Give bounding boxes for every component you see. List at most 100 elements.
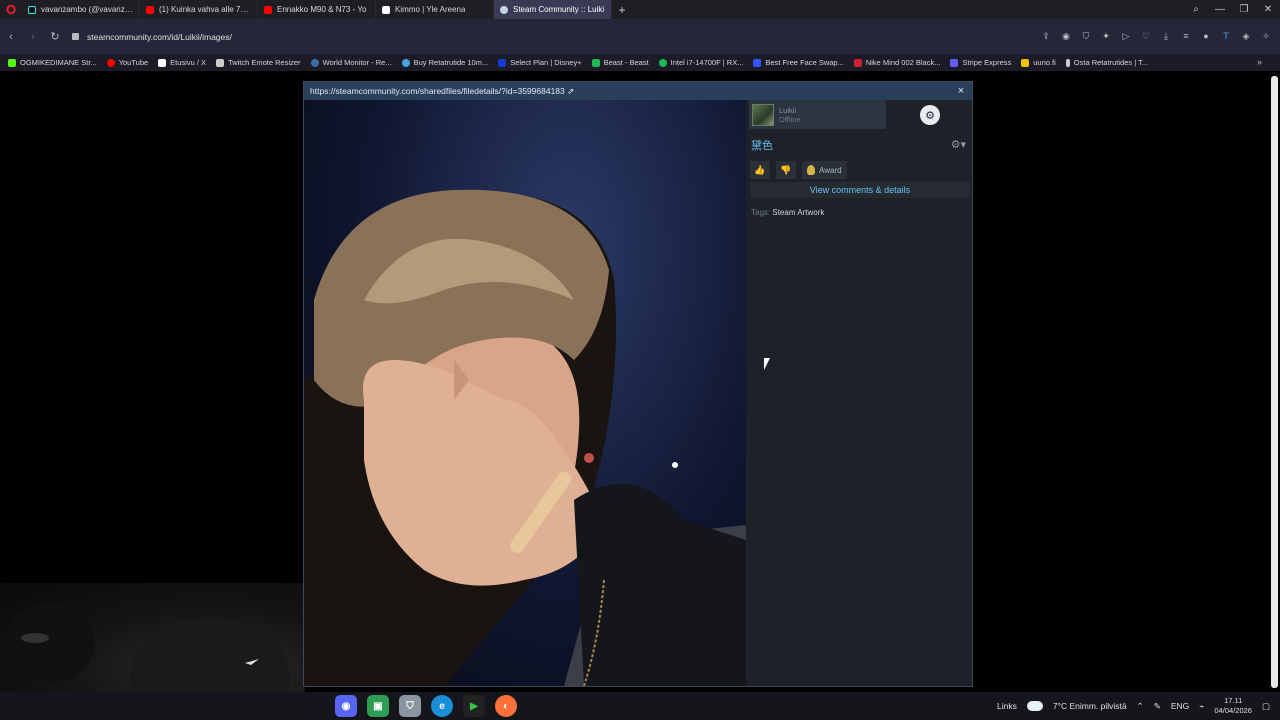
profile-icon[interactable]: ● <box>1198 27 1214 45</box>
tags-row: Tags: Steam Artwork <box>751 208 824 217</box>
bookmark-item[interactable]: OGMIKEDIMANE Str... <box>8 58 97 67</box>
screenshot-modal: https://steamcommunity.com/sharedfiles/f… <box>303 81 973 687</box>
android-app-icon[interactable]: ▣ <box>367 695 389 717</box>
disney-icon <box>498 58 507 67</box>
weather-cloud-icon <box>1026 701 1043 711</box>
language-indicator[interactable]: ENG <box>1171 701 1189 711</box>
tab-bar: O vavanzambo (@vavanzam (1) Kuinka vahva… <box>0 0 1280 19</box>
shared-file-link[interactable]: https://steamcommunity.com/sharedfiles/f… <box>310 86 574 96</box>
modal-close-button[interactable]: × <box>954 82 968 100</box>
maximize-button[interactable]: ❐ <box>1232 0 1256 19</box>
view-comments-link[interactable]: View comments & details <box>750 182 970 198</box>
bookmark-item[interactable]: Intel i7-14700F | RX... <box>658 58 743 67</box>
notification-icon[interactable]: ▢ <box>1262 701 1270 712</box>
opera-logo-icon[interactable]: O <box>0 0 22 19</box>
mouse-cursor-icon <box>764 358 770 370</box>
shield-app-icon[interactable]: ⛉ <box>399 695 421 717</box>
play-icon[interactable]: ▷ <box>1118 27 1134 45</box>
forward-button[interactable]: › <box>22 31 44 43</box>
tiktok-icon <box>28 5 36 14</box>
faceswap-icon <box>753 58 762 67</box>
browser-tab[interactable]: Kimmo | Yle Areena <box>376 0 494 19</box>
award-medal-icon <box>807 165 815 175</box>
browser-tab-active[interactable]: Steam Community :: Luiki <box>494 0 612 19</box>
share-icon[interactable]: ⇪ <box>1038 27 1054 45</box>
links-toolbar[interactable]: Links <box>997 701 1017 711</box>
bookmark-item[interactable]: uuno.fi <box>1021 58 1056 67</box>
discord-icon[interactable]: ◉ <box>335 695 357 717</box>
extension-icon[interactable]: ✦ <box>1098 27 1114 45</box>
avatar[interactable] <box>752 103 774 126</box>
steam-icon <box>500 5 508 14</box>
webcam-overlay <box>0 583 305 720</box>
page-icon <box>216 58 225 67</box>
beast-icon <box>591 58 600 67</box>
firefox-icon[interactable]: ◐ <box>495 695 517 717</box>
bookmark-item[interactable]: Osta Retatrutides | T... <box>1065 58 1148 67</box>
browser-tab[interactable]: (1) Kuinka vahva alle 73 k <box>140 0 258 19</box>
camera-icon[interactable]: ◉ <box>1058 27 1074 45</box>
play-app-icon[interactable]: ▶ <box>463 695 485 717</box>
artwork-title: 黛色 <box>751 140 773 152</box>
heart-icon[interactable]: ♡ <box>1138 27 1154 45</box>
translate-icon[interactable]: T <box>1218 27 1234 45</box>
yle-areena-icon <box>382 5 390 14</box>
bookmark-item[interactable]: Beast - Beast <box>591 58 649 67</box>
thumbs-down-icon[interactable]: 👎 <box>776 161 796 179</box>
bookmark-item[interactable]: Etusivu / X <box>158 58 206 67</box>
steam-logo-icon[interactable]: ⚙ <box>920 105 940 125</box>
weather-text[interactable]: 7°C Enimm. pilvistä <box>1053 701 1127 711</box>
bookmark-item[interactable]: World Monitor - Re... <box>310 58 392 67</box>
bookmarks-overflow-icon[interactable]: » <box>1257 54 1262 71</box>
bookmark-item[interactable]: Stripe Express <box>950 58 1011 67</box>
shield-icon[interactable]: ⛉ <box>1078 27 1094 45</box>
bookmark-item[interactable]: Select Plan | Disney+ <box>498 58 582 67</box>
stripe-icon <box>950 58 959 67</box>
download-icon[interactable]: ⤓ <box>1158 27 1174 45</box>
bottle-icon <box>1065 58 1070 67</box>
network-icon[interactable]: ⌁ <box>1199 701 1204 712</box>
back-button[interactable]: ‹ <box>0 31 22 43</box>
author-name[interactable]: Luikii <box>779 106 801 115</box>
tag-link[interactable]: Steam Artwork <box>772 208 824 217</box>
close-window-button[interactable]: ✕ <box>1256 0 1280 19</box>
webcam-silhouette <box>5 603 290 720</box>
minimize-button[interactable]: — <box>1208 0 1232 19</box>
bookmark-item[interactable]: YouTube <box>106 58 148 67</box>
ai-button[interactable]: ✧ <box>1258 27 1274 45</box>
artwork-photo <box>304 189 746 686</box>
store-icon <box>658 58 667 67</box>
lock-icon <box>72 33 79 40</box>
url-field[interactable]: steamcommunity.com/id/Luikii/images/ <box>72 32 232 42</box>
x-icon <box>158 58 167 67</box>
chevron-up-icon[interactable]: ⌃ <box>1137 701 1144 712</box>
bookmarks-bar: OGMIKEDIMANE Str... YouTube Etusivu / X … <box>0 54 1280 71</box>
artwork-image[interactable] <box>304 100 746 686</box>
new-tab-button[interactable]: + <box>612 3 632 17</box>
thumbs-up-icon[interactable]: 👍 <box>750 161 770 179</box>
bookmark-item[interactable]: Buy Retatrutide 10m... <box>401 58 488 67</box>
browser-tab[interactable]: Ennakko M90 & N73 - Yo <box>258 0 376 19</box>
bookmark-item[interactable]: Nike Mind 002 Black... <box>853 58 940 67</box>
gear-icon[interactable]: ⚙▾ <box>951 138 966 151</box>
bookmark-item[interactable]: Best Free Face Swap... <box>753 58 844 67</box>
toolbar-icons: ⇪ ◉ ⛉ ✦ ▷ ♡ ⤓ ≡ ● T ◈ ✧ <box>1038 27 1274 45</box>
uuno-icon <box>1021 58 1030 67</box>
tags-prefix: Tags: <box>751 208 771 217</box>
browser-tab[interactable]: vavanzambo (@vavanzam <box>22 0 140 19</box>
reload-button[interactable]: ↻ <box>44 30 66 43</box>
page-scrollbar[interactable] <box>1271 76 1278 688</box>
award-button[interactable]: Award <box>802 161 847 179</box>
details-panel: Luikii Offline ⚙ 黛色 ⚙▾ 👍 👎 Award View co… <box>746 100 972 686</box>
pen-icon[interactable]: ✎ <box>1154 701 1161 712</box>
bookmark-item[interactable]: Twitch Emote Resizer <box>216 58 301 67</box>
globe-icon <box>310 58 319 67</box>
vote-actions: 👍 👎 Award <box>750 160 970 180</box>
author-block[interactable]: Luikii Offline <box>749 100 886 129</box>
clock[interactable]: 17.11 04/04/2026 <box>1214 696 1252 716</box>
cube-icon[interactable]: ◈ <box>1238 27 1254 45</box>
youtube-icon <box>146 5 154 14</box>
menu-icon[interactable]: ≡ <box>1178 27 1194 45</box>
search-tabs-icon[interactable]: ⌕ <box>1184 0 1208 19</box>
edge-icon[interactable]: e <box>431 695 453 717</box>
